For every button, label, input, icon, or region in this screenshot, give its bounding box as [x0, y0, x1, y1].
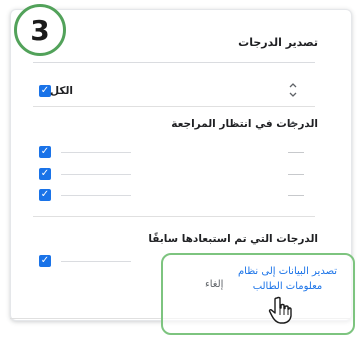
section-divider	[33, 216, 315, 217]
pending-item-name	[61, 174, 131, 175]
excluded-item-checkbox[interactable]: ✓	[39, 255, 51, 267]
pending-item-value	[288, 174, 304, 175]
export-label-line2: معلومات الطالب	[252, 281, 323, 292]
pending-item-value	[288, 152, 304, 153]
export-to-sis-button[interactable]: تصدير البيانات إلى نظام معلومات الطالب	[230, 264, 345, 294]
cancel-button[interactable]: إلغاء	[205, 279, 223, 290]
excluded-item-name	[61, 261, 131, 262]
title-divider	[33, 62, 315, 63]
pending-item-checkbox[interactable]: ✓	[39, 168, 51, 180]
section-divider	[33, 106, 315, 107]
hand-pointer-icon	[268, 296, 292, 324]
collapse-expand-icon[interactable]	[288, 83, 298, 100]
pending-item-checkbox[interactable]: ✓	[39, 146, 51, 158]
pending-item-value	[288, 195, 304, 196]
pending-item-checkbox[interactable]: ✓	[39, 189, 51, 201]
pending-item-name	[61, 195, 131, 196]
chevron-up-icon[interactable]	[288, 117, 298, 130]
export-label-line1: تصدير البيانات إلى نظام	[237, 266, 338, 277]
dialog-title: تصدير الدرجات	[238, 36, 318, 49]
section-header-previously-excluded: الدرجات التي تم استبعادها سابقًا	[148, 233, 318, 245]
pending-item-name	[61, 152, 131, 153]
step-badge: 3	[14, 4, 66, 56]
select-all-label: الكل	[49, 85, 73, 97]
